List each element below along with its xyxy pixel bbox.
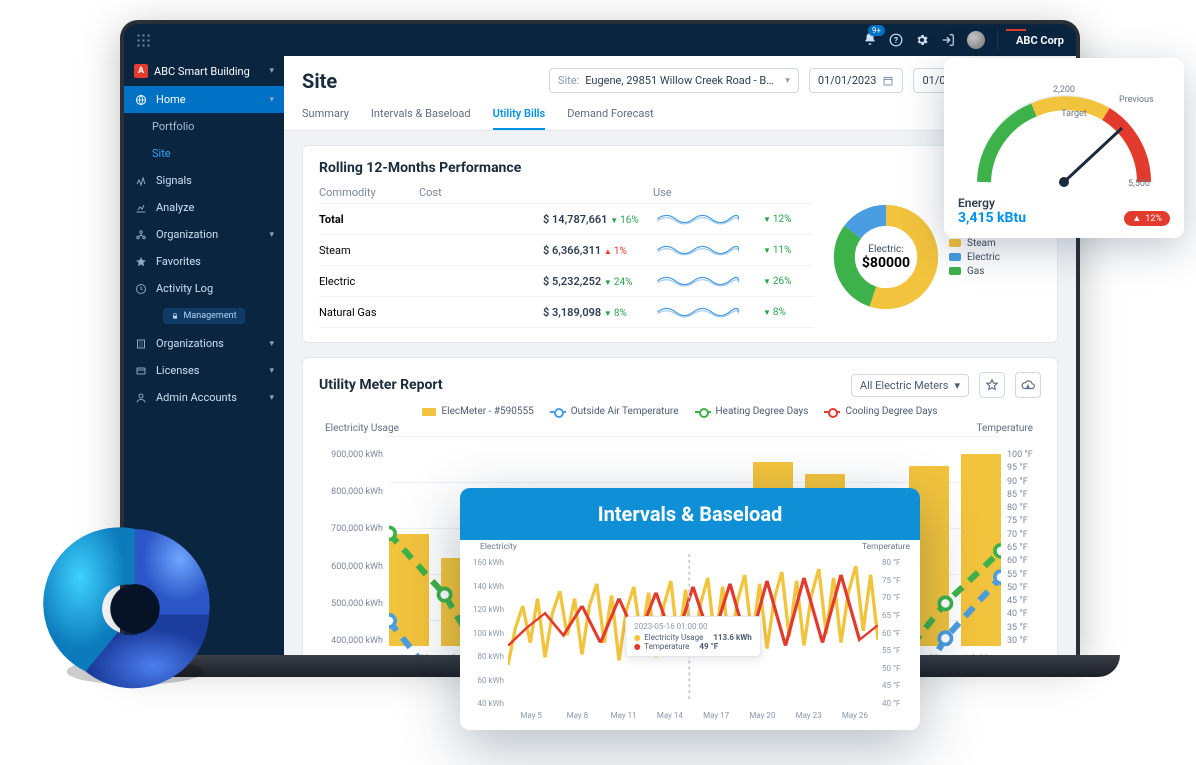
tab-demand[interactable]: Demand Forecast xyxy=(567,107,653,130)
meter-selector[interactable]: All Electric Meters ▾ xyxy=(851,374,969,397)
org-icon xyxy=(134,229,148,241)
donut-center-value: $80000 xyxy=(862,255,910,271)
sidebar-item-organization[interactable]: Organization ▾ xyxy=(124,221,284,248)
org-name: ABC Smart Building xyxy=(154,65,250,78)
intervals-panel: Intervals & Baseload Electricity Tempera… xyxy=(460,488,920,730)
chevron-down-icon: ▾ xyxy=(269,393,274,403)
gear-icon[interactable] xyxy=(915,33,929,47)
svg-text:5,500: 5,500 xyxy=(1128,179,1150,189)
apps-grid-icon[interactable] xyxy=(136,33,150,47)
rolling-title: Rolling 12-Months Performance xyxy=(319,160,1041,176)
sidebar-item-analyze[interactable]: Analyze xyxy=(124,194,284,221)
sidebar-item-favorites[interactable]: Favorites xyxy=(124,248,284,275)
clock-icon xyxy=(134,283,148,295)
building-icon xyxy=(134,338,148,350)
gauge-delta-pill: ▲ 12% xyxy=(1124,211,1170,226)
gauge-chart: 2,200 Previous Target 5,500 xyxy=(958,72,1170,192)
signals-icon xyxy=(134,175,148,187)
svg-text:Target: Target xyxy=(1061,109,1087,119)
chart-legend: ElecMeter - #590555 .lg-line[style*="4a9… xyxy=(319,406,1041,417)
sidebar-item-signals[interactable]: Signals xyxy=(124,167,284,194)
analyze-icon xyxy=(134,202,148,214)
donut-center-label: Electric: xyxy=(868,244,903,255)
chevron-down-icon: ▾ xyxy=(785,76,790,86)
cloud-download-icon xyxy=(1021,378,1035,392)
notifications-badge: 9+ xyxy=(868,25,885,36)
donut-legend: SteamElectricGas xyxy=(949,235,1000,280)
tab-intervals[interactable]: Intervals & Baseload xyxy=(371,107,471,130)
chevron-down-icon: ▾ xyxy=(269,95,274,105)
sidebar-item-site[interactable]: Site xyxy=(124,140,284,167)
intervals-chart: 2023-05-16 01:00:00 Electricity Usage 11… xyxy=(508,554,878,702)
globe-icon xyxy=(134,94,148,106)
svg-text:Previous: Previous xyxy=(1119,95,1154,105)
page-title: Site xyxy=(302,69,337,93)
tab-utility-bills[interactable]: Utility Bills xyxy=(493,107,546,130)
intervals-title: Intervals & Baseload xyxy=(460,488,920,540)
sidebar-org-select[interactable]: A ABC Smart Building ▾ xyxy=(124,56,284,86)
sidebar-item-admin[interactable]: Admin Accounts ▾ xyxy=(124,384,284,411)
date-from-input[interactable]: 01/01/2023 xyxy=(809,68,904,93)
chevron-down-icon: ▾ xyxy=(269,339,274,349)
user-icon xyxy=(134,392,148,404)
brand-label: ABC Corp xyxy=(1010,34,1064,47)
table-row: Electric$ 5,232,252 ▼24%▼26% xyxy=(319,266,813,297)
favorite-toggle[interactable] xyxy=(979,372,1005,398)
site-selector[interactable]: Site: Eugene, 29851 Willow Creek Road - … xyxy=(549,68,799,93)
chevron-down-icon: ▾ xyxy=(269,230,274,240)
sidebar-item-activity[interactable]: Activity Log xyxy=(124,275,284,302)
decorative-pie-icon xyxy=(40,510,230,700)
sidebar-item-licenses[interactable]: Licenses ▾ xyxy=(124,357,284,384)
gauge-title: Energy xyxy=(958,196,1170,210)
license-icon xyxy=(134,365,148,377)
star-outline-icon xyxy=(985,378,999,392)
chevron-down-icon: ▾ xyxy=(269,366,274,376)
calendar-icon xyxy=(882,75,894,87)
star-icon xyxy=(134,256,148,268)
chart-tooltip: 2023-05-16 01:00:00 Electricity Usage 11… xyxy=(625,616,761,657)
svg-text:?: ? xyxy=(894,35,898,45)
y-axis-right: 100 °F95 °F90 °F85 °F80 °F75 °F70 °F65 °… xyxy=(1001,436,1041,660)
sidebar-item-home[interactable]: Home ▾ xyxy=(124,86,284,113)
tab-summary[interactable]: Summary xyxy=(302,107,349,130)
chevron-down-icon: ▾ xyxy=(269,66,274,76)
energy-gauge-panel: 2,200 Previous Target 5,500 Energy 3,415… xyxy=(944,58,1184,238)
logout-icon[interactable] xyxy=(941,33,955,47)
sidebar-item-organizations[interactable]: Organizations ▾ xyxy=(124,330,284,357)
topbar: 9+ ? ABC Corp xyxy=(124,24,1076,56)
y-axis-left: 900,000 kWh800,000 kWh700,000 kWh600,000… xyxy=(319,436,389,660)
rolling-table: Commodity Cost Use Total$ 14,787,661 ▼16… xyxy=(319,186,813,328)
management-badge: Management xyxy=(163,308,244,324)
help-icon[interactable]: ? xyxy=(889,33,903,47)
org-badge: A xyxy=(134,64,148,78)
table-row: Total$ 14,787,661 ▼16%▼12% xyxy=(319,204,813,235)
avatar[interactable] xyxy=(967,31,985,49)
notifications-button[interactable]: 9+ xyxy=(863,31,877,50)
chevron-down-icon: ▾ xyxy=(954,379,960,392)
meter-title: Utility Meter Report xyxy=(319,377,443,393)
download-button[interactable] xyxy=(1015,372,1041,398)
sidebar-item-portfolio[interactable]: Portfolio xyxy=(124,113,284,140)
table-row: Steam$ 6,366,311 ▲1%▼11% xyxy=(319,235,813,266)
table-row: Natural Gas$ 3,189,098 ▼8%▼8% xyxy=(319,297,813,328)
svg-text:2,200: 2,200 xyxy=(1053,85,1075,95)
lock-icon xyxy=(171,312,179,320)
